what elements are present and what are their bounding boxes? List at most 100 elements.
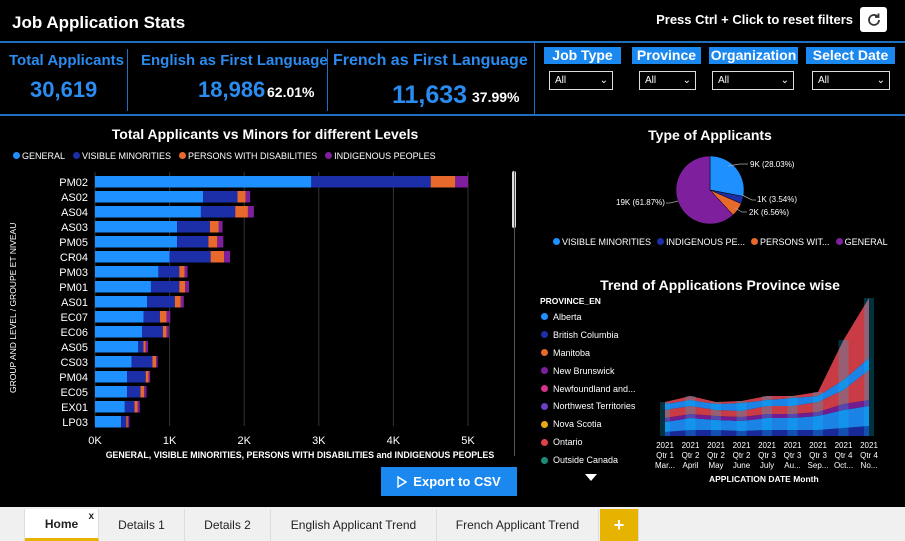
bar-segment <box>159 311 167 323</box>
trend-x-tick-label: Qtr 2 <box>707 451 725 460</box>
pie-slice <box>709 155 745 197</box>
trend-x-tick: 2021 Qtr 2 April <box>678 441 704 471</box>
bar-segment <box>134 401 138 413</box>
trend-x-tick: 2021 Qtr 3 Au... <box>780 441 806 471</box>
trend-x-tick-label: Qtr 4 <box>860 451 878 460</box>
trend-chart-xlabel: APPLICATION DATE Month <box>709 474 819 484</box>
trend-x-tick-label: Qtr 3 <box>783 451 802 460</box>
trend-chart <box>660 298 874 436</box>
trend-x-tick-label: 2021 <box>656 441 674 450</box>
bar-segment <box>174 296 181 308</box>
legend-dot <box>541 402 548 410</box>
trend-x-tick-label: 2021 <box>758 441 776 450</box>
bar-segment <box>150 281 180 293</box>
filter-job-type-label: Job Type <box>544 47 621 64</box>
bar-segment <box>180 296 184 308</box>
kpi-total-value: 30,619 <box>30 77 98 102</box>
bar-segment <box>143 311 160 323</box>
bar-segment <box>95 326 142 338</box>
tab-details-1[interactable]: Details 1 <box>99 509 185 541</box>
trend-column-highlight <box>711 402 721 436</box>
reset-button[interactable] <box>860 7 887 32</box>
filter-province-select[interactable]: All ⌄ <box>639 71 696 90</box>
trend-x-tick: 2021 Qtr 4 Oct... <box>831 441 857 471</box>
chevron-down-icon: ⌄ <box>599 75 608 86</box>
bar-segment <box>126 416 128 428</box>
page-title: Job Application Stats <box>12 13 186 32</box>
tab-home[interactable]: Home x <box>25 509 99 541</box>
bar-segment <box>131 356 153 368</box>
bar-segment <box>124 401 135 413</box>
export-csv-button[interactable]: Export to CSV <box>381 467 517 496</box>
bar-segment <box>95 371 128 383</box>
trend-x-tick-label: 2021 <box>707 441 725 450</box>
province-name: British Columbia <box>553 329 619 340</box>
filter-province-label: Province <box>632 47 701 64</box>
bar-segment <box>145 371 149 383</box>
bar-segment <box>140 386 145 398</box>
add-page-button[interactable]: + <box>600 509 639 541</box>
legend-dot <box>541 349 548 357</box>
filter-organization-label: Organization <box>709 47 798 64</box>
tab-french-applicant-trend[interactable]: French Applicant Trend <box>437 509 599 541</box>
trend-x-tick: 2021 Qtr 3 Sep... <box>805 441 831 471</box>
bar-segment <box>162 326 167 338</box>
kpi-strip: Total Applicants 30,619 English as First… <box>0 41 905 116</box>
trend-x-tick-label: July <box>759 461 775 470</box>
bar-segment <box>148 371 151 383</box>
legend-dot <box>541 367 548 375</box>
trend-legend-title: PROVINCE_EN <box>540 296 601 306</box>
bar-segment <box>147 296 175 308</box>
trend-x-tick-label: Qtr 4 <box>834 451 853 460</box>
bar-segment <box>95 251 170 263</box>
scrollbar-track[interactable] <box>514 171 515 456</box>
kpi-divider <box>534 43 535 114</box>
y-tick-label: PM05 <box>59 237 88 249</box>
x-tick-label: 2K <box>237 435 251 447</box>
kpi-divider <box>127 49 128 111</box>
y-tick-label: EC05 <box>60 387 88 399</box>
bar-chart: 0K 1K 2K 3K 4K 5K PM02 AS02 AS04 AS03 PM05 CR04 PM03… <box>59 172 475 447</box>
bar-segment <box>184 266 188 278</box>
bar-segment <box>145 341 148 353</box>
legend-item: INDIGENOUS PE... <box>657 237 745 247</box>
bar-segment <box>95 341 139 353</box>
filter-date-value: All <box>818 75 830 86</box>
legend-item: VISIBLE MINORITIES <box>553 237 651 247</box>
kpi-divider <box>327 49 328 111</box>
bar-segment <box>95 356 132 368</box>
tab-details-2[interactable]: Details 2 <box>185 509 271 541</box>
bar-segment <box>200 206 236 218</box>
bar-segment <box>247 206 254 218</box>
trend-column-highlight <box>838 340 849 436</box>
trend-x-tick-label: Qtr 2 <box>681 451 700 460</box>
pie-leader-line <box>741 194 756 201</box>
filter-date-select[interactable]: All ⌄ <box>812 71 890 90</box>
filter-job-type-select[interactable]: All ⌄ <box>549 71 613 90</box>
y-tick-label: EC06 <box>60 327 88 339</box>
province-name: Northwest Territories <box>553 401 636 412</box>
trend-x-tick-label: 2021 <box>860 441 878 450</box>
kpi-english-value: 18,986 <box>198 77 266 102</box>
province-name: Ontario <box>553 437 583 448</box>
tab-english-applicant-trend[interactable]: English Applicant Trend <box>271 509 437 541</box>
chevron-down-icon: ⌄ <box>780 75 789 86</box>
province-name: New Brunswick <box>553 365 615 376</box>
trend-x-tick: 2021 Qtr 2 June <box>729 441 755 471</box>
close-icon[interactable]: x <box>88 511 94 522</box>
y-tick-label: CR04 <box>60 252 88 264</box>
bar-segment <box>143 341 146 353</box>
tab-label: Home <box>44 516 79 531</box>
trend-x-tick-label: No... <box>860 461 878 470</box>
x-tick-label: 3K <box>312 435 326 447</box>
bar-segment <box>237 191 246 203</box>
y-tick-label: PM03 <box>59 267 88 279</box>
legend-scroll-down-icon[interactable] <box>585 474 597 481</box>
chevron-down-icon: ⌄ <box>876 75 885 86</box>
bar-segment <box>127 371 146 383</box>
filter-organization-select[interactable]: All ⌄ <box>712 71 794 90</box>
pie-chart-title: Type of Applicants <box>648 127 772 143</box>
bar-segment <box>152 356 157 368</box>
filter-job-type-value: All <box>555 75 567 86</box>
bar-segment <box>166 326 169 338</box>
